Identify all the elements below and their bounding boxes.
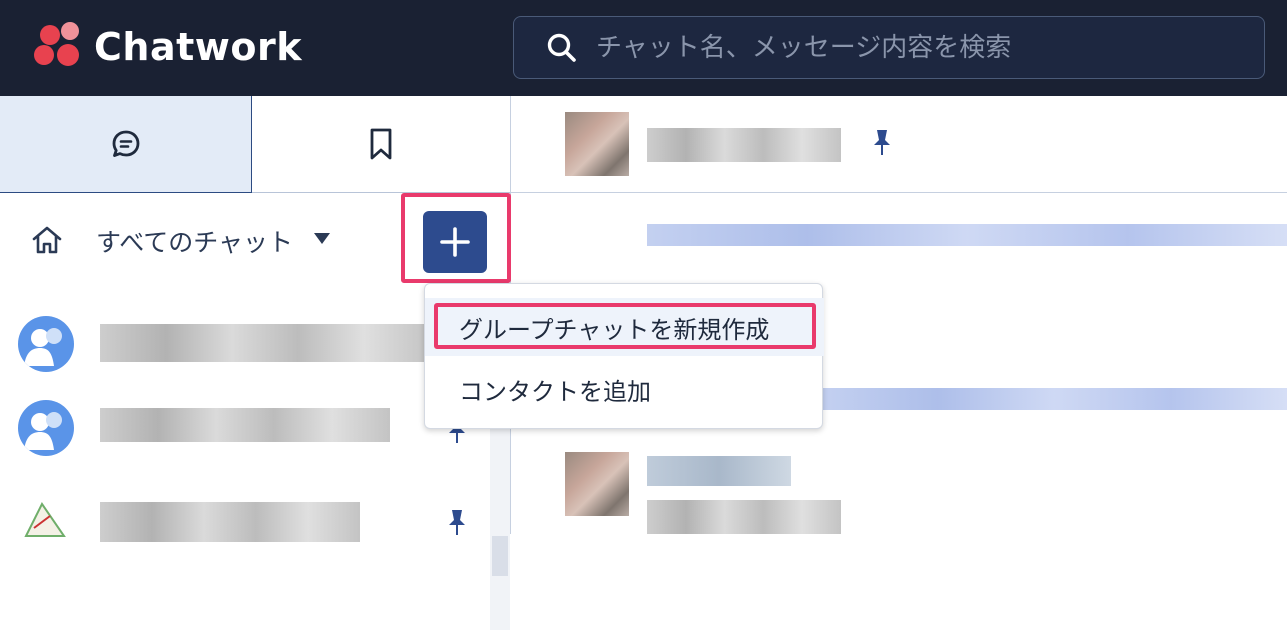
search-input[interactable] [596,32,1236,63]
pin-icon[interactable] [871,128,893,156]
room-header [511,96,1287,193]
chatwork-logo-icon [34,22,79,66]
plus-icon [440,227,470,257]
chatwork-logo[interactable]: Chatwork [30,18,310,76]
sender-name-redacted [647,456,791,486]
room-title-redacted [647,128,841,162]
chevron-down-icon[interactable] [314,233,330,244]
avatar [18,316,74,372]
bookmark-icon [370,128,392,160]
pin-icon [449,510,465,535]
add-chat-button[interactable] [423,211,487,273]
room-icon [24,502,66,537]
room-name-redacted [100,502,360,542]
list-item[interactable] [0,394,490,484]
search-icon [547,33,576,62]
app-name: Chatwork [94,25,302,69]
message-redacted [647,224,1287,246]
home-icon[interactable] [30,223,64,257]
avatar [18,400,74,456]
tab-bookmark[interactable] [252,96,510,193]
search-box[interactable] [513,16,1265,79]
menu-item-highlight [434,303,816,349]
list-item[interactable] [0,488,490,578]
menu-item-add-contact[interactable]: コンタクトを追加 [425,360,824,418]
chat-bubble-icon [112,130,139,157]
sender-avatar [565,452,629,516]
sidebar-tabs [0,96,510,193]
room-name-redacted [100,408,390,442]
message-redacted [821,388,1287,410]
list-item[interactable] [0,302,490,392]
room-name-redacted [100,324,430,362]
tab-chat[interactable] [0,96,252,193]
app-header: Chatwork [0,0,1287,96]
scrollbar-track[interactable] [490,396,510,630]
room-avatar [565,112,629,176]
scrollbar-thumb[interactable] [492,536,508,576]
message-redacted [647,500,841,534]
chat-filter-label[interactable]: すべてのチャット [96,223,293,259]
